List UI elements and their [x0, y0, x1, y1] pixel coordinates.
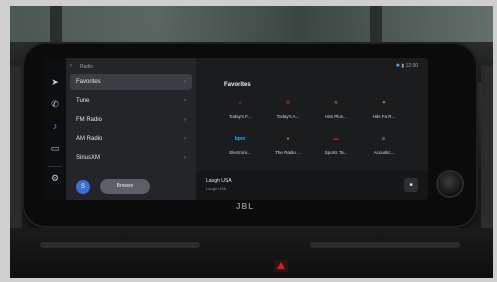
- menu-item-am-radio[interactable]: AM Radio ›: [70, 131, 192, 147]
- window-pillar: [370, 6, 382, 42]
- dash-panel-left: [10, 66, 22, 246]
- back-icon[interactable]: ‹: [70, 63, 72, 69]
- favorite-station-tile[interactable]: ▬ Sports Ta...: [314, 134, 358, 166]
- menu-item-label: FM Radio: [76, 117, 103, 123]
- favorite-station-tile[interactable]: ≈ Hits Plus...: [314, 98, 358, 130]
- status-bar: ✱ ▮ 12:30: [396, 63, 418, 69]
- station-logo-icon: ≈: [334, 100, 338, 106]
- station-label: Hits Plus...: [325, 114, 347, 119]
- menu-item-label: SiriusXM: [76, 155, 101, 161]
- infotainment-screen: ➤ ✆ ♪ ▭ ⚙ ‹ Radio Favorites › Tune › FM Radio › AM…: [44, 58, 428, 200]
- favorite-station-tile[interactable]: ☆ Today's A...: [266, 98, 310, 130]
- now-playing-subtitle: Laugh USA: [206, 186, 227, 191]
- panel-title: Radio: [80, 64, 94, 70]
- station-label: Hits Fa R...: [372, 114, 396, 119]
- station-logo-icon: ●: [286, 136, 290, 142]
- car-interior-scene: ➤ ✆ ♪ ▭ ⚙ ‹ Radio Favorites › Tune › FM Radio › AM…: [10, 6, 493, 278]
- chevron-right-icon: ›: [184, 136, 186, 142]
- window-pillar: [50, 6, 62, 42]
- signal-icon: ▮: [401, 63, 405, 69]
- clock: 12:30: [405, 63, 418, 69]
- volume-knob[interactable]: [438, 172, 462, 196]
- app-rail: ➤ ✆ ♪ ▭ ⚙: [44, 58, 66, 200]
- station-logo-icon: ♫: [238, 100, 242, 106]
- settings-icon[interactable]: ⚙: [49, 172, 61, 184]
- windshield-view: [10, 6, 493, 42]
- phone-icon[interactable]: ✆: [49, 98, 61, 110]
- menu-item-label: AM Radio: [76, 136, 103, 142]
- menu-item-tune[interactable]: Tune ›: [70, 93, 192, 109]
- menu-item-favorites[interactable]: Favorites ›: [70, 74, 192, 90]
- favorite-station-tile[interactable]: ♫ Today's F...: [218, 98, 262, 130]
- station-label: Sports Ta...: [324, 150, 348, 155]
- rail-divider: [48, 166, 62, 167]
- car-icon[interactable]: ▭: [49, 142, 61, 154]
- now-playing-title: Laugh USA: [206, 178, 232, 184]
- air-vent: [40, 242, 200, 248]
- station-logo-icon: bpm: [234, 136, 246, 142]
- chevron-right-icon: ›: [184, 98, 186, 104]
- brand-logo: JBL: [236, 202, 255, 211]
- chevron-right-icon: ›: [184, 155, 186, 161]
- station-label: Electroni...: [229, 150, 251, 155]
- bluetooth-icon: ✱: [395, 63, 400, 69]
- menu-item-fm-radio[interactable]: FM Radio ›: [70, 112, 192, 128]
- dash-panel-right: [481, 66, 493, 246]
- lower-dashboard: [10, 228, 493, 278]
- station-label: The Radio ...: [275, 150, 301, 155]
- favorite-station-tile[interactable]: bpm Electroni...: [218, 134, 262, 166]
- station-label: Today's A...: [276, 114, 300, 119]
- station-logo-icon: ☆: [285, 100, 291, 106]
- favorites-title: Favorites: [224, 82, 251, 88]
- favorite-station-tile[interactable]: ♬ Acoustic...: [362, 134, 406, 166]
- air-vent: [310, 242, 460, 248]
- favorites-panel: ✱ ▮ 12:30 Favorites ♫ Today's F... ☆ Today'…: [196, 58, 428, 170]
- station-logo-icon: ▬: [333, 136, 339, 142]
- station-logo-icon: ✦: [381, 100, 387, 106]
- navigation-icon[interactable]: ➤: [49, 76, 61, 88]
- menu-item-siriusxm[interactable]: SiriusXM ›: [70, 150, 192, 166]
- stop-icon[interactable]: ■: [404, 178, 418, 192]
- chevron-right-icon: ›: [184, 79, 186, 85]
- avatar[interactable]: S: [76, 180, 90, 194]
- favorite-station-tile[interactable]: ● The Radio ...: [266, 134, 310, 166]
- hazard-button[interactable]: [274, 260, 288, 272]
- favorite-station-tile[interactable]: ✦ Hits Fa R...: [362, 98, 406, 130]
- menu-item-label: Favorites: [76, 79, 101, 85]
- radio-menu-panel: ‹ Radio Favorites › Tune › FM Radio › AM Radio…: [66, 58, 196, 200]
- chevron-right-icon: ›: [184, 117, 186, 123]
- music-icon[interactable]: ♪: [49, 120, 61, 132]
- now-playing-bar[interactable]: Laugh USA Laugh USA ■: [196, 170, 428, 200]
- browse-button[interactable]: Browse: [100, 179, 150, 194]
- station-logo-icon: ♬: [381, 136, 387, 142]
- station-label: Today's F...: [228, 114, 252, 119]
- station-label: Acoustic...: [373, 150, 395, 155]
- menu-item-label: Tune: [76, 98, 90, 104]
- hazard-icon: [277, 262, 285, 269]
